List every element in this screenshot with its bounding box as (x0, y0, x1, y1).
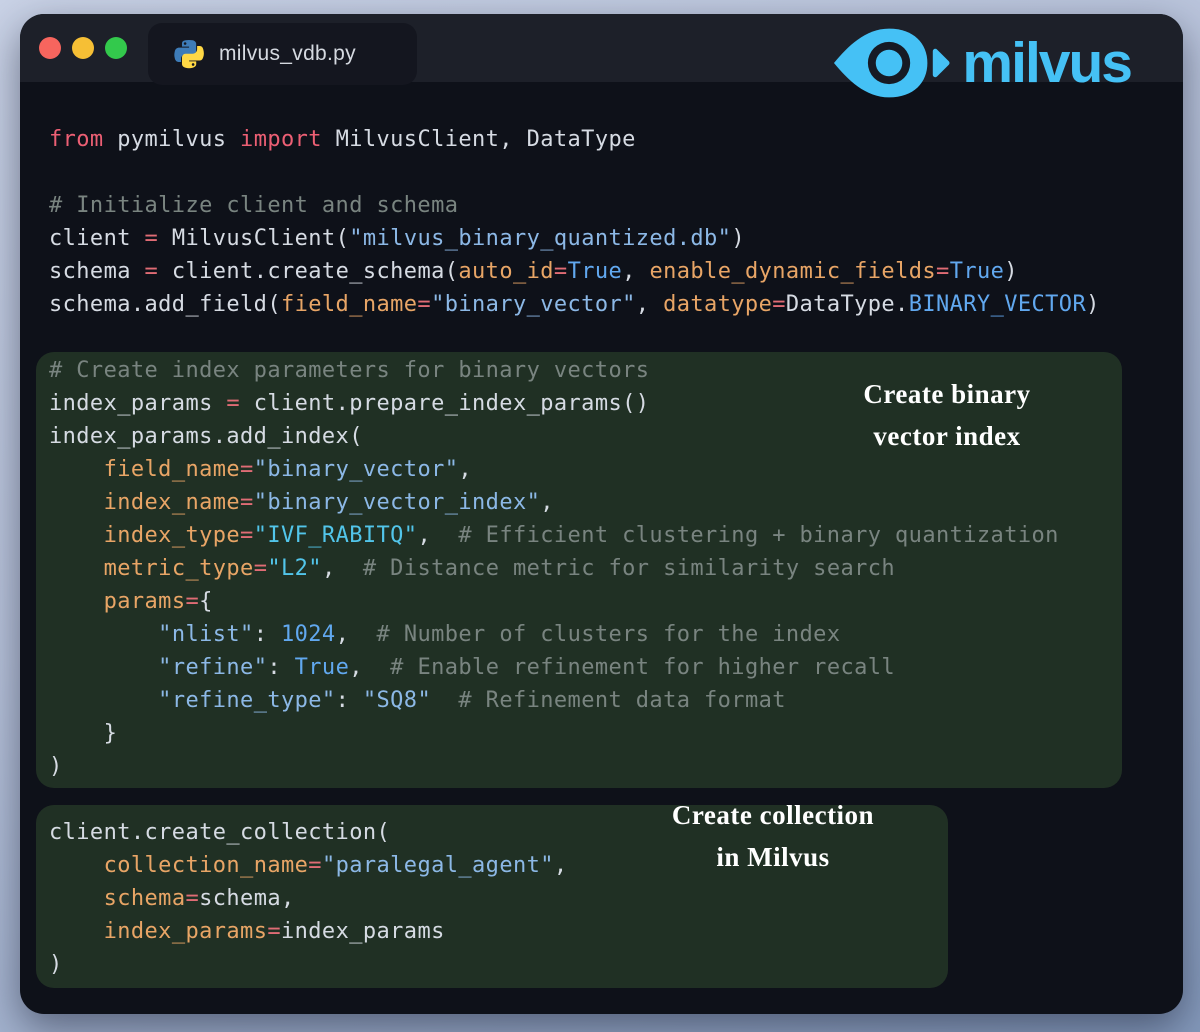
code-line: "nlist": 1024, # Number of clusters for … (158, 622, 841, 647)
code-line: index_type="IVF_RABITQ", # Efficient clu… (103, 523, 1059, 548)
tab-filename: milvus_vdb.py (219, 42, 356, 65)
code-line: "refine": True, # Enable refinement for … (158, 655, 896, 680)
code-line: collection_name="paralegal_agent", (103, 853, 568, 878)
annotation-line: Create collection (671, 800, 875, 830)
code-line: } (49, 721, 118, 746)
milvus-wordmark: milvus (962, 31, 1133, 95)
code-line: field_name="binary_vector", (103, 457, 473, 482)
annotation-create-index: Create binary vector index (807, 373, 1087, 457)
annotation-create-collection: Create collection in Milvus (633, 794, 913, 878)
code-line: metric_type="L2", # Distance metric for … (103, 556, 896, 581)
milvus-logo: milvus (832, 22, 1133, 104)
python-icon (174, 39, 204, 69)
code-line: "refine_type": "SQ8" # Refinement data f… (158, 688, 786, 713)
close-button[interactable] (39, 37, 61, 59)
code-line: index_params=index_params (103, 919, 445, 944)
annotation-line: in Milvus (716, 842, 830, 872)
minimize-button[interactable] (72, 37, 94, 59)
code-line: # Initialize client and schema (49, 193, 459, 218)
annotation-line: Create binary (863, 379, 1031, 409)
maximize-button[interactable] (105, 37, 127, 59)
code-line: index_name="binary_vector_index", (103, 490, 554, 515)
code-line: client.create_collection( (49, 820, 391, 845)
code-editor[interactable]: from pymilvus import MilvusClient, DataT… (49, 123, 1100, 981)
tab-milvus-vdb[interactable]: milvus_vdb.py (148, 23, 417, 85)
code-editor-window: milvus_vdb.py milvus from pymilvus impor… (20, 14, 1183, 1014)
code-line: params={ (103, 589, 213, 614)
code-line: from pymilvus import MilvusClient, DataT… (49, 127, 636, 152)
code-line: ) (49, 754, 63, 779)
code-line: schema=schema, (103, 886, 295, 911)
code-line: ) (49, 952, 63, 977)
annotation-line: vector index (873, 421, 1021, 451)
titlebar: milvus_vdb.py milvus (20, 14, 1183, 98)
code-line: client = MilvusClient("milvus_binary_qua… (49, 226, 745, 251)
code-line: schema = client.create_schema(auto_id=Tr… (49, 259, 1018, 284)
code-line: schema.add_field(field_name="binary_vect… (49, 292, 1100, 317)
milvus-eye-icon (832, 25, 950, 101)
